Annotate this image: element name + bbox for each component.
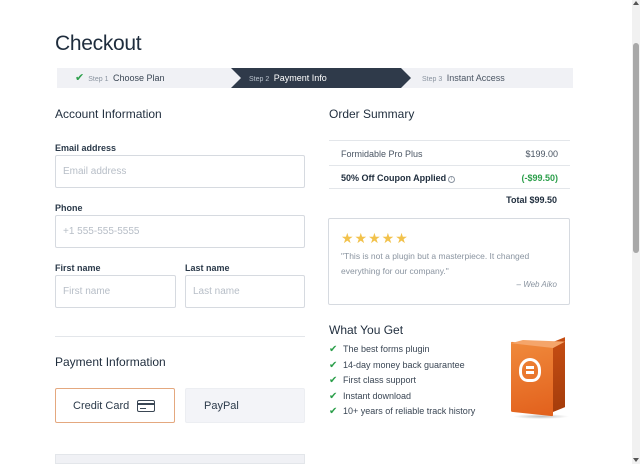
last-name-field[interactable]: Last name — [185, 275, 305, 308]
first-name-field[interactable]: First name — [55, 275, 176, 308]
list-item: ✔ 10+ years of reliable track history — [329, 405, 475, 421]
scroll-thumb[interactable] — [633, 43, 639, 253]
page-title: Checkout — [55, 32, 142, 55]
list-item: ✔ First class support — [329, 374, 475, 390]
order-total: Total $99.50 — [506, 195, 557, 205]
testimonial-quote: "This is not a plugin but a masterpiece.… — [341, 251, 530, 276]
phone-field[interactable]: +1 555-555-5555 — [55, 215, 305, 248]
check-icon: ✔ — [329, 359, 338, 371]
step-number: Step 2 — [249, 76, 270, 83]
check-icon: ✔ — [329, 375, 338, 386]
benefit-text: 14-day money back guarantee — [343, 359, 465, 370]
credit-card-option[interactable]: Credit Card — [55, 388, 175, 423]
step-number: Step 1 — [88, 76, 109, 83]
credit-card-icon — [137, 400, 155, 412]
account-information-heading: Account Information — [55, 107, 162, 121]
info-icon[interactable]: i — [448, 176, 456, 183]
check-icon: ✔ — [329, 390, 338, 402]
testimonial-card: ★★★★★ "This is not a plugin but a master… — [328, 218, 570, 305]
box-side — [553, 337, 565, 412]
benefit-text: Instant download — [343, 390, 412, 401]
benefit-text: 10+ years of reliable track history — [343, 406, 476, 416]
paypal-label: PayPal — [204, 400, 239, 412]
summary-item-value: (-$99.50) — [521, 173, 558, 183]
phone-label: Phone — [55, 203, 83, 213]
benefit-text: The best forms plugin — [343, 344, 430, 354]
benefits-list: ✔ The best forms plugin ✔ 14-day money bac… — [329, 343, 475, 421]
scroll-down-arrow-icon[interactable] — [633, 458, 639, 462]
summary-item-label: Formidable Pro Plus — [341, 149, 423, 159]
credit-card-label: Credit Card — [73, 400, 130, 412]
last-name-label: Last name — [185, 263, 230, 273]
payment-information-heading: Payment Information — [55, 355, 166, 369]
list-item: ✔ Instant download — [329, 390, 475, 406]
check-icon: ✔ — [75, 72, 85, 84]
summary-item-product: Formidable Pro Plus $199.00 — [341, 149, 558, 161]
page-scrollbar[interactable] — [632, 0, 640, 464]
paypal-option[interactable]: PayPal — [185, 388, 305, 423]
step-label: Instant Access — [446, 73, 505, 83]
summary-item-label: 50% Off Coupon Applied — [341, 173, 447, 183]
step-label: Choose Plan — [112, 73, 165, 83]
check-icon: ✔ — [329, 406, 338, 417]
step-number: Step 3 — [422, 76, 443, 83]
email-label: Email address — [55, 143, 117, 153]
card-details-panel[interactable] — [55, 454, 305, 464]
checkout-stepper: ✔ Step 1 Choose Plan Step 2 Payment Info … — [57, 68, 573, 88]
benefit-text: First class support — [343, 375, 417, 385]
scroll-up-arrow-icon[interactable] — [633, 1, 639, 5]
list-item: ✔ The best forms plugin — [329, 343, 475, 359]
rating-stars-icon: ★★★★★ — [341, 230, 409, 246]
what-you-get-heading: What You Get — [329, 323, 404, 337]
testimonial-author: – Web Aiko — [516, 280, 557, 289]
check-icon: ✔ — [329, 344, 338, 355]
section-divider — [55, 336, 305, 337]
summary-divider — [329, 165, 570, 166]
email-field[interactable]: Email address — [55, 155, 305, 188]
order-summary-heading: Order Summary — [329, 107, 415, 121]
step-label: Payment Info — [273, 73, 327, 83]
summary-divider — [329, 188, 570, 189]
summary-item-value: $199.00 — [525, 149, 558, 159]
first-name-label: First name — [55, 263, 101, 273]
step-choose-plan[interactable]: ✔ Step 1 Choose Plan — [75, 68, 165, 88]
summary-item-coupon: 50% Off Coupon Applied i (-$99.50) — [341, 173, 558, 185]
step-payment-info[interactable]: Step 2 Payment Info — [249, 68, 327, 88]
formidable-logo-icon — [519, 358, 541, 382]
summary-divider — [329, 140, 570, 141]
step-instant-access[interactable]: Step 3 Instant Access — [422, 68, 505, 88]
product-box-image — [509, 337, 569, 419]
list-item: ✔ 14-day money back guarantee — [329, 359, 475, 375]
